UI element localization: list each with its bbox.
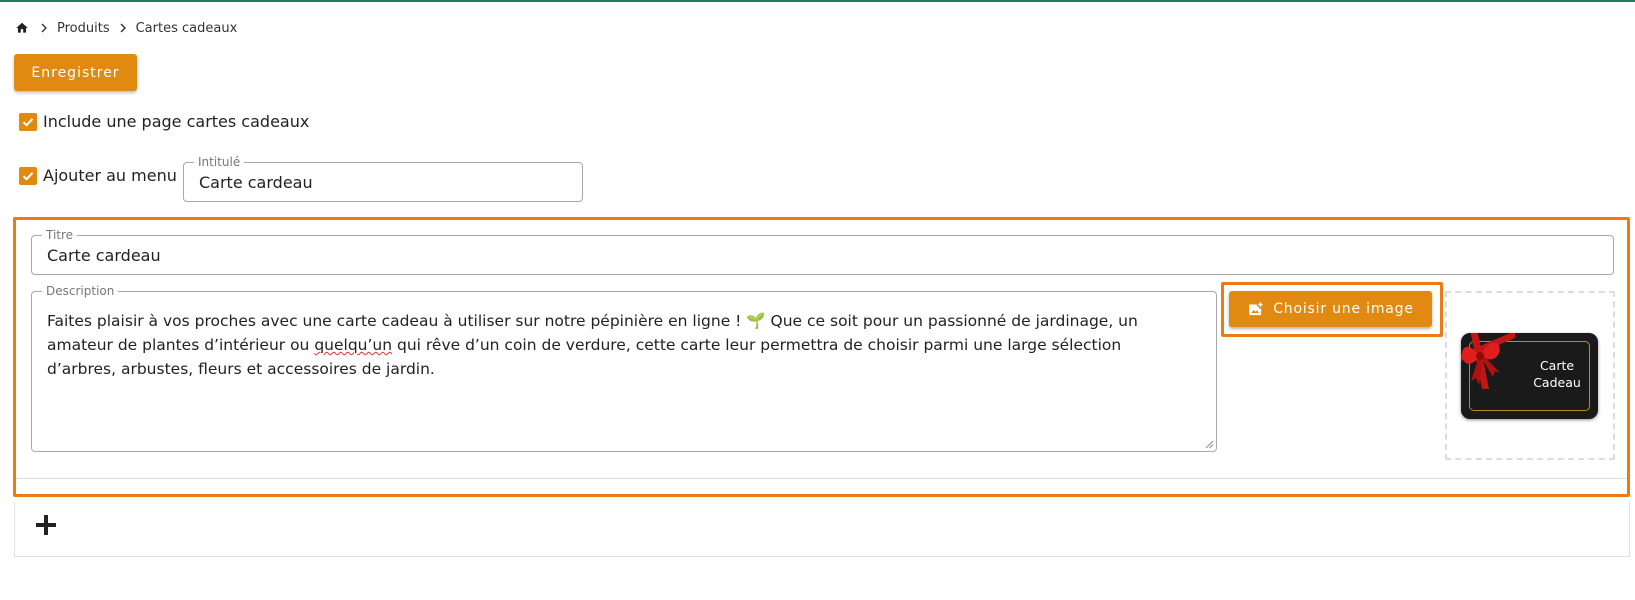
include-page-option[interactable]: Include une page cartes cadeaux <box>19 112 309 131</box>
breadcrumb-item-produits[interactable]: Produits <box>57 21 110 36</box>
menu-label-input[interactable]: Carte cardeau <box>199 173 313 192</box>
breadcrumb: Produits Cartes cadeaux <box>15 19 245 37</box>
include-page-label: Include une page cartes cadeaux <box>43 112 310 131</box>
menu-label-field[interactable]: Intitulé Carte cardeau <box>183 155 583 202</box>
add-to-menu-checkbox[interactable] <box>19 166 37 185</box>
checkmark-icon <box>22 117 34 127</box>
top-accent-line <box>0 0 1635 2</box>
description-field[interactable]: Description Faites plaisir à vos proches… <box>31 284 1217 452</box>
add-photo-icon <box>1249 301 1263 315</box>
add-to-menu-option[interactable]: Ajouter au menu <box>19 166 177 185</box>
add-to-menu-label: Ajouter au menu <box>43 166 177 185</box>
description-textarea[interactable]: Faites plaisir à vos proches avec une ca… <box>47 309 1187 381</box>
save-button[interactable]: Enregistrer <box>14 54 137 91</box>
checkmark-icon <box>22 171 34 181</box>
breadcrumb-item-cartes-cadeaux: Cartes cadeaux <box>135 20 238 36</box>
title-input[interactable]: Carte cardeau <box>47 246 161 265</box>
ribbon-bow-icon <box>1461 333 1515 389</box>
gift-card-image: Carte Cadeau <box>1461 333 1598 419</box>
title-legend: Titre <box>42 228 78 242</box>
title-field[interactable]: Titre Carte cardeau <box>31 228 1614 275</box>
description-legend: Description <box>42 284 119 298</box>
plus-icon[interactable] <box>35 514 57 536</box>
misspelled-word: quelqu’un <box>314 336 393 354</box>
gift-card-text: Carte Cadeau <box>1533 358 1581 390</box>
choose-image-label: Choisir une image <box>1273 301 1414 317</box>
choose-image-button[interactable]: Choisir une image <box>1229 291 1432 327</box>
resize-handle-icon[interactable] <box>1205 440 1214 449</box>
image-preview-dropzone[interactable]: Carte Cadeau <box>1445 291 1615 460</box>
include-page-checkbox[interactable] <box>19 112 37 131</box>
chevron-right-icon <box>120 23 126 33</box>
home-icon[interactable] <box>15 21 29 35</box>
add-section-area <box>14 502 1630 557</box>
chevron-right-icon <box>41 23 47 33</box>
section-divider <box>16 478 1627 479</box>
menu-label-legend: Intitulé <box>194 155 245 169</box>
